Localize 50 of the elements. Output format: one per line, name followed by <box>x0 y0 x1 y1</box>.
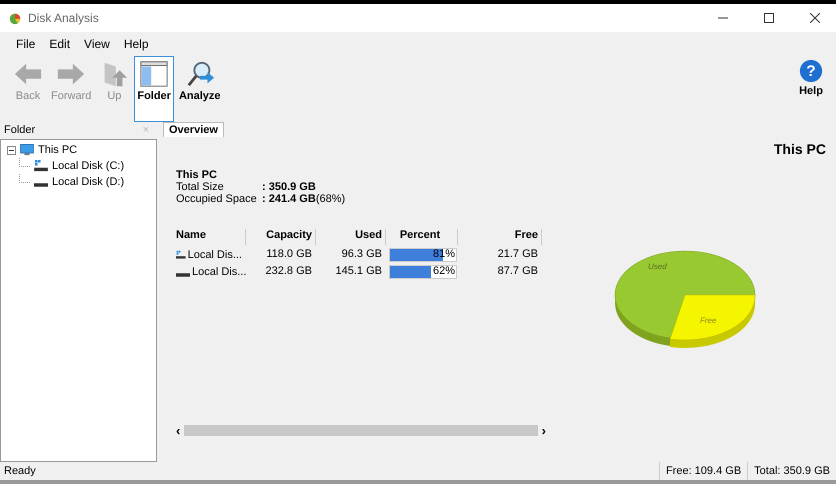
app-icon <box>8 11 22 25</box>
system-drive-icon <box>176 249 186 261</box>
maximize-icon[interactable] <box>764 13 774 23</box>
menu-item[interactable]: View <box>84 37 110 51</box>
magnifier-icon <box>184 60 215 88</box>
table-cell-text: 232.8 GB <box>264 265 313 279</box>
help-button[interactable]: ? Help <box>794 56 828 100</box>
window-title: Disk Analysis <box>28 11 99 25</box>
menu-item[interactable]: Edit <box>49 37 70 51</box>
scroll-left-button[interactable]: ‹ <box>176 423 180 438</box>
status-text: Ready <box>4 465 36 477</box>
panel-title: Folder <box>4 124 36 137</box>
slice-label: Used <box>648 262 667 271</box>
scrollbar-thumb[interactable] <box>184 425 538 436</box>
toolbar-button[interactable]: Folder <box>134 56 174 122</box>
page-heading: This PC <box>774 141 826 157</box>
table-cell: Local Dis... <box>192 266 246 278</box>
table-cell-text: 87.7 GB <box>496 265 539 279</box>
menu-item[interactable]: Help <box>124 37 149 51</box>
scroll-right-button[interactable]: › <box>542 423 546 438</box>
tree-item[interactable]: Local Disk (C:) <box>52 160 124 172</box>
column-header[interactable]: Percent <box>386 229 458 245</box>
table-cell-text: 145.1 GB <box>334 265 383 279</box>
monitor-icon <box>20 144 34 156</box>
column-header[interactable]: Free <box>458 229 542 245</box>
table-cell-text: 118.0 GB <box>265 248 313 262</box>
column-header[interactable]: Name <box>176 229 246 245</box>
table-cell: Local Dis... <box>188 249 242 261</box>
system-drive-icon <box>34 160 48 172</box>
percent-text: 62% <box>432 265 455 277</box>
tree-item[interactable]: Local Disk (D:) <box>52 176 124 188</box>
drive-icon <box>34 183 48 187</box>
summary-label: Total Size <box>176 181 225 193</box>
close-icon[interactable] <box>810 13 820 23</box>
slice-label: Free <box>700 316 716 325</box>
summary-value: : 241.4 GB(68%) <box>262 193 346 205</box>
drive-icon <box>176 273 190 277</box>
column-header[interactable]: Capacity <box>246 229 316 245</box>
panel-icon <box>139 60 170 88</box>
menu-item[interactable]: File <box>16 37 36 51</box>
summary-title: This PC <box>176 169 218 181</box>
summary-value: : 350.9 GB <box>262 181 316 193</box>
summary-label: Occupied Space <box>176 193 258 205</box>
tab[interactable]: Overview <box>163 122 224 137</box>
table-cell-text: 21.7 GB <box>496 248 539 262</box>
tree-item[interactable]: This PC <box>38 144 78 156</box>
collapse-icon[interactable] <box>7 146 16 154</box>
table-cell-text: 96.3 GB <box>340 248 383 262</box>
toolbar-button[interactable]: Analyze <box>176 56 224 122</box>
column-header[interactable]: Used <box>316 229 386 245</box>
